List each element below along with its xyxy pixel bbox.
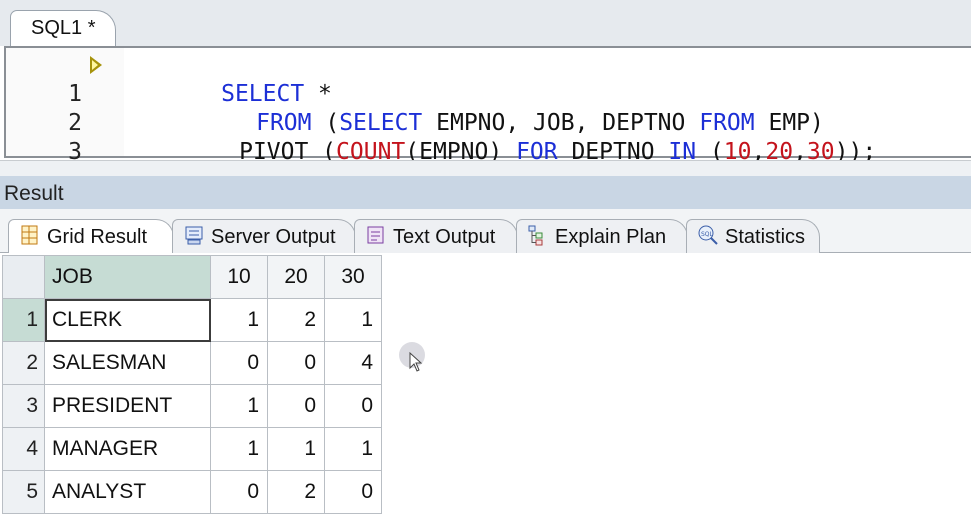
cell-10[interactable]: 1 xyxy=(210,384,268,428)
cell-20[interactable]: 0 xyxy=(267,384,325,428)
text-output-icon xyxy=(365,224,387,246)
mouse-pointer-icon xyxy=(409,351,423,377)
column-header-job[interactable]: JOB xyxy=(44,255,211,299)
explain-plan-icon xyxy=(527,224,549,246)
result-grid[interactable]: JOB 10 20 30 1 CLERK 1 2 1 2 SALESMAN 0 … xyxy=(0,253,971,523)
tab-grid-result[interactable]: Grid Result xyxy=(8,219,174,254)
tab-label: Grid Result xyxy=(47,226,148,248)
result-table: JOB 10 20 30 1 CLERK 1 2 1 2 SALESMAN 0 … xyxy=(2,255,382,514)
cell-20[interactable]: 0 xyxy=(267,341,325,385)
cell-20[interactable]: 2 xyxy=(267,298,325,342)
cell-30[interactable]: 0 xyxy=(324,470,382,514)
grid-icon xyxy=(19,224,41,246)
tab-label: Explain Plan xyxy=(555,226,667,248)
code-line-3[interactable]: 3 PIVOT (COUNT(EMPNO) FOR DEPTNO IN (10,… xyxy=(6,109,971,165)
svg-text:SQL: SQL xyxy=(701,231,714,238)
cell-job[interactable]: PRESIDENT xyxy=(44,384,211,428)
row-number[interactable]: 2 xyxy=(2,341,45,385)
cell-10[interactable]: 1 xyxy=(210,427,268,471)
code-line-2[interactable]: 2 FROM (SELECT EMPNO, JOB, DEPTNO FROM E… xyxy=(6,80,971,136)
cell-job[interactable]: CLERK xyxy=(44,298,211,342)
cell-job[interactable]: ANALYST xyxy=(44,470,211,514)
tab-explain-plan[interactable]: Explain Plan xyxy=(516,219,688,253)
tab-label: Text Output xyxy=(393,226,496,248)
column-header-10[interactable]: 10 xyxy=(210,255,268,299)
header-row: JOB 10 20 30 xyxy=(2,255,382,299)
cell-job[interactable]: SALESMAN xyxy=(44,341,211,385)
tab-label: Statistics xyxy=(725,226,806,248)
current-line-arrow-icon xyxy=(90,56,102,74)
cell-30[interactable]: 1 xyxy=(324,427,382,471)
row-number[interactable]: 3 xyxy=(2,384,45,428)
sql-editor[interactable]: 1 SELECT * 2 FROM (SELECT EMPNO, JOB, DE… xyxy=(4,46,971,165)
table-row[interactable]: 3 PRESIDENT 1 0 0 xyxy=(2,384,382,428)
panel-splitter[interactable] xyxy=(0,160,971,176)
tab-label: Server Output xyxy=(211,226,336,248)
cell-job[interactable]: MANAGER xyxy=(44,427,211,471)
tab-statistics[interactable]: SQL Statistics xyxy=(686,219,820,253)
cell-10[interactable]: 0 xyxy=(210,470,268,514)
row-number[interactable]: 4 xyxy=(2,427,45,471)
grid-corner[interactable] xyxy=(2,255,45,299)
table-row[interactable]: 4 MANAGER 1 1 1 xyxy=(2,427,382,471)
result-tab-strip: Grid Result Server Output Text Output Ex… xyxy=(0,209,971,254)
editor-tab-strip: SQL1 * xyxy=(0,0,971,46)
column-header-20[interactable]: 20 xyxy=(267,255,325,299)
table-row[interactable]: 5 ANALYST 0 2 0 xyxy=(2,470,382,514)
cell-30[interactable]: 1 xyxy=(324,298,382,342)
cell-20[interactable]: 1 xyxy=(267,427,325,471)
table-row[interactable]: 2 SALESMAN 0 0 4 xyxy=(2,341,382,385)
table-row[interactable]: 1 CLERK 1 2 1 xyxy=(2,298,382,342)
column-header-30[interactable]: 30 xyxy=(324,255,382,299)
result-panel-title: Result xyxy=(0,176,971,209)
cell-30[interactable]: 0 xyxy=(324,384,382,428)
statistics-icon: SQL xyxy=(697,224,719,246)
code-line-1[interactable]: 1 SELECT * xyxy=(6,51,971,107)
cell-10[interactable]: 1 xyxy=(210,298,268,342)
row-number[interactable]: 5 xyxy=(2,470,45,514)
tab-server-output[interactable]: Server Output xyxy=(172,219,356,253)
server-output-icon xyxy=(183,224,205,246)
tab-sql1[interactable]: SQL1 * xyxy=(10,10,116,46)
cell-20[interactable]: 2 xyxy=(267,470,325,514)
row-number[interactable]: 1 xyxy=(2,298,45,342)
tab-text-output[interactable]: Text Output xyxy=(354,219,518,253)
cell-30[interactable]: 4 xyxy=(324,341,382,385)
cell-10[interactable]: 0 xyxy=(210,341,268,385)
